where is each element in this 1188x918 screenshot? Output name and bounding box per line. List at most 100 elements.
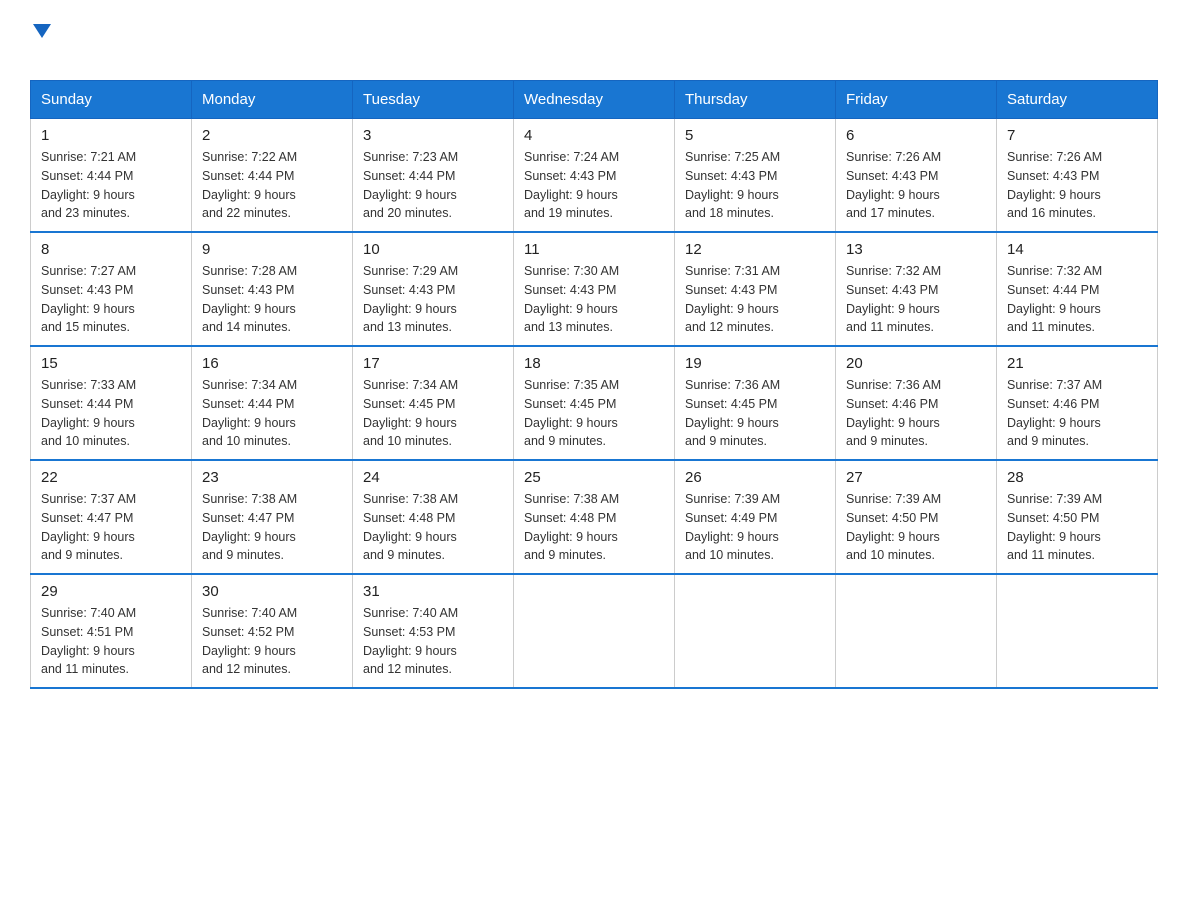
header-friday: Friday xyxy=(836,81,997,119)
calendar-cell: 6 Sunrise: 7:26 AM Sunset: 4:43 PM Dayli… xyxy=(836,119,997,233)
calendar-cell: 19 Sunrise: 7:36 AM Sunset: 4:45 PM Dayl… xyxy=(675,346,836,460)
day-number: 25 xyxy=(524,469,664,486)
day-info: Sunrise: 7:21 AM Sunset: 4:44 PM Dayligh… xyxy=(41,148,181,223)
calendar-cell: 17 Sunrise: 7:34 AM Sunset: 4:45 PM Dayl… xyxy=(353,346,514,460)
day-info: Sunrise: 7:27 AM Sunset: 4:43 PM Dayligh… xyxy=(41,262,181,337)
day-number: 12 xyxy=(685,241,825,258)
calendar-table: SundayMondayTuesdayWednesdayThursdayFrid… xyxy=(30,80,1158,689)
day-number: 31 xyxy=(363,583,503,600)
calendar-cell: 28 Sunrise: 7:39 AM Sunset: 4:50 PM Dayl… xyxy=(997,460,1158,574)
calendar-cell: 13 Sunrise: 7:32 AM Sunset: 4:43 PM Dayl… xyxy=(836,232,997,346)
day-number: 5 xyxy=(685,127,825,144)
day-number: 22 xyxy=(41,469,181,486)
calendar-cell: 25 Sunrise: 7:38 AM Sunset: 4:48 PM Dayl… xyxy=(514,460,675,574)
day-number: 15 xyxy=(41,355,181,372)
day-info: Sunrise: 7:26 AM Sunset: 4:43 PM Dayligh… xyxy=(846,148,986,223)
header-monday: Monday xyxy=(192,81,353,119)
calendar-cell xyxy=(997,574,1158,688)
calendar-cell: 21 Sunrise: 7:37 AM Sunset: 4:46 PM Dayl… xyxy=(997,346,1158,460)
day-number: 8 xyxy=(41,241,181,258)
day-number: 1 xyxy=(41,127,181,144)
day-info: Sunrise: 7:40 AM Sunset: 4:51 PM Dayligh… xyxy=(41,604,181,679)
day-number: 2 xyxy=(202,127,342,144)
day-number: 27 xyxy=(846,469,986,486)
day-number: 11 xyxy=(524,241,664,258)
calendar-cell: 14 Sunrise: 7:32 AM Sunset: 4:44 PM Dayl… xyxy=(997,232,1158,346)
day-number: 3 xyxy=(363,127,503,144)
header-thursday: Thursday xyxy=(675,81,836,119)
day-number: 29 xyxy=(41,583,181,600)
day-number: 23 xyxy=(202,469,342,486)
day-number: 7 xyxy=(1007,127,1147,144)
calendar-cell: 4 Sunrise: 7:24 AM Sunset: 4:43 PM Dayli… xyxy=(514,119,675,233)
logo-arrow-icon xyxy=(33,24,51,38)
calendar-header: SundayMondayTuesdayWednesdayThursdayFrid… xyxy=(31,81,1158,119)
day-number: 13 xyxy=(846,241,986,258)
calendar-cell: 7 Sunrise: 7:26 AM Sunset: 4:43 PM Dayli… xyxy=(997,119,1158,233)
day-info: Sunrise: 7:37 AM Sunset: 4:46 PM Dayligh… xyxy=(1007,376,1147,451)
day-number: 16 xyxy=(202,355,342,372)
page-header xyxy=(30,20,1158,64)
day-number: 4 xyxy=(524,127,664,144)
day-info: Sunrise: 7:39 AM Sunset: 4:50 PM Dayligh… xyxy=(1007,490,1147,565)
calendar-cell: 30 Sunrise: 7:40 AM Sunset: 4:52 PM Dayl… xyxy=(192,574,353,688)
calendar-cell: 11 Sunrise: 7:30 AM Sunset: 4:43 PM Dayl… xyxy=(514,232,675,346)
day-info: Sunrise: 7:36 AM Sunset: 4:45 PM Dayligh… xyxy=(685,376,825,451)
calendar-cell: 2 Sunrise: 7:22 AM Sunset: 4:44 PM Dayli… xyxy=(192,119,353,233)
day-info: Sunrise: 7:39 AM Sunset: 4:50 PM Dayligh… xyxy=(846,490,986,565)
calendar-cell xyxy=(836,574,997,688)
calendar-cell xyxy=(675,574,836,688)
day-info: Sunrise: 7:34 AM Sunset: 4:45 PM Dayligh… xyxy=(363,376,503,451)
calendar-cell: 9 Sunrise: 7:28 AM Sunset: 4:43 PM Dayli… xyxy=(192,232,353,346)
day-info: Sunrise: 7:25 AM Sunset: 4:43 PM Dayligh… xyxy=(685,148,825,223)
day-info: Sunrise: 7:35 AM Sunset: 4:45 PM Dayligh… xyxy=(524,376,664,451)
day-number: 26 xyxy=(685,469,825,486)
day-info: Sunrise: 7:23 AM Sunset: 4:44 PM Dayligh… xyxy=(363,148,503,223)
day-info: Sunrise: 7:30 AM Sunset: 4:43 PM Dayligh… xyxy=(524,262,664,337)
day-number: 24 xyxy=(363,469,503,486)
day-info: Sunrise: 7:38 AM Sunset: 4:48 PM Dayligh… xyxy=(524,490,664,565)
day-info: Sunrise: 7:40 AM Sunset: 4:52 PM Dayligh… xyxy=(202,604,342,679)
day-number: 30 xyxy=(202,583,342,600)
day-number: 20 xyxy=(846,355,986,372)
calendar-cell: 29 Sunrise: 7:40 AM Sunset: 4:51 PM Dayl… xyxy=(31,574,192,688)
day-info: Sunrise: 7:22 AM Sunset: 4:44 PM Dayligh… xyxy=(202,148,342,223)
day-number: 21 xyxy=(1007,355,1147,372)
day-number: 18 xyxy=(524,355,664,372)
day-info: Sunrise: 7:33 AM Sunset: 4:44 PM Dayligh… xyxy=(41,376,181,451)
calendar-cell: 23 Sunrise: 7:38 AM Sunset: 4:47 PM Dayl… xyxy=(192,460,353,574)
day-info: Sunrise: 7:29 AM Sunset: 4:43 PM Dayligh… xyxy=(363,262,503,337)
header-tuesday: Tuesday xyxy=(353,81,514,119)
day-number: 17 xyxy=(363,355,503,372)
calendar-week-4: 22 Sunrise: 7:37 AM Sunset: 4:47 PM Dayl… xyxy=(31,460,1158,574)
calendar-week-3: 15 Sunrise: 7:33 AM Sunset: 4:44 PM Dayl… xyxy=(31,346,1158,460)
day-number: 10 xyxy=(363,241,503,258)
calendar-cell: 10 Sunrise: 7:29 AM Sunset: 4:43 PM Dayl… xyxy=(353,232,514,346)
calendar-cell: 15 Sunrise: 7:33 AM Sunset: 4:44 PM Dayl… xyxy=(31,346,192,460)
calendar-cell: 16 Sunrise: 7:34 AM Sunset: 4:44 PM Dayl… xyxy=(192,346,353,460)
header-saturday: Saturday xyxy=(997,81,1158,119)
day-info: Sunrise: 7:37 AM Sunset: 4:47 PM Dayligh… xyxy=(41,490,181,565)
day-info: Sunrise: 7:38 AM Sunset: 4:47 PM Dayligh… xyxy=(202,490,342,565)
day-info: Sunrise: 7:26 AM Sunset: 4:43 PM Dayligh… xyxy=(1007,148,1147,223)
calendar-week-1: 1 Sunrise: 7:21 AM Sunset: 4:44 PM Dayli… xyxy=(31,119,1158,233)
calendar-cell: 3 Sunrise: 7:23 AM Sunset: 4:44 PM Dayli… xyxy=(353,119,514,233)
day-info: Sunrise: 7:34 AM Sunset: 4:44 PM Dayligh… xyxy=(202,376,342,451)
calendar-cell: 20 Sunrise: 7:36 AM Sunset: 4:46 PM Dayl… xyxy=(836,346,997,460)
calendar-cell: 31 Sunrise: 7:40 AM Sunset: 4:53 PM Dayl… xyxy=(353,574,514,688)
day-number: 19 xyxy=(685,355,825,372)
day-info: Sunrise: 7:40 AM Sunset: 4:53 PM Dayligh… xyxy=(363,604,503,679)
day-info: Sunrise: 7:31 AM Sunset: 4:43 PM Dayligh… xyxy=(685,262,825,337)
calendar-cell: 8 Sunrise: 7:27 AM Sunset: 4:43 PM Dayli… xyxy=(31,232,192,346)
day-info: Sunrise: 7:28 AM Sunset: 4:43 PM Dayligh… xyxy=(202,262,342,337)
day-number: 14 xyxy=(1007,241,1147,258)
calendar-cell: 12 Sunrise: 7:31 AM Sunset: 4:43 PM Dayl… xyxy=(675,232,836,346)
calendar-cell: 1 Sunrise: 7:21 AM Sunset: 4:44 PM Dayli… xyxy=(31,119,192,233)
day-info: Sunrise: 7:24 AM Sunset: 4:43 PM Dayligh… xyxy=(524,148,664,223)
calendar-cell: 24 Sunrise: 7:38 AM Sunset: 4:48 PM Dayl… xyxy=(353,460,514,574)
day-info: Sunrise: 7:38 AM Sunset: 4:48 PM Dayligh… xyxy=(363,490,503,565)
day-info: Sunrise: 7:39 AM Sunset: 4:49 PM Dayligh… xyxy=(685,490,825,565)
calendar-cell: 22 Sunrise: 7:37 AM Sunset: 4:47 PM Dayl… xyxy=(31,460,192,574)
day-info: Sunrise: 7:36 AM Sunset: 4:46 PM Dayligh… xyxy=(846,376,986,451)
calendar-cell: 5 Sunrise: 7:25 AM Sunset: 4:43 PM Dayli… xyxy=(675,119,836,233)
